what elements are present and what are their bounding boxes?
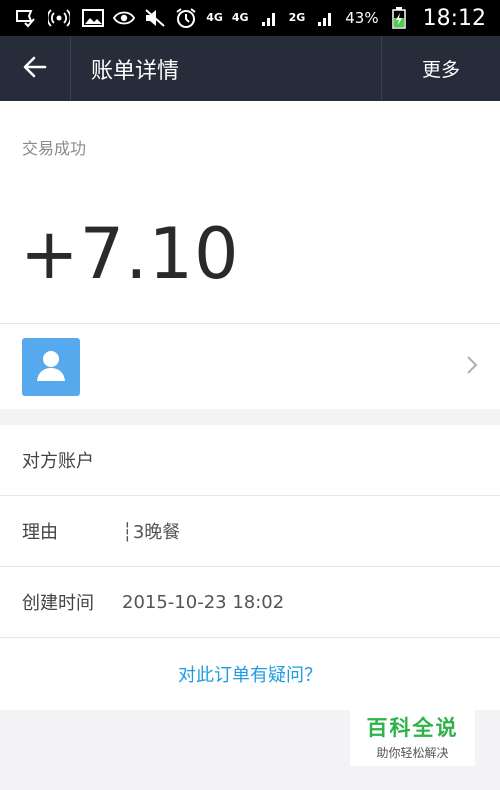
transaction-details: 对方账户 理由 ┆3晚餐 创建时间 2015-10-23 18:02 对此订单有… (0, 425, 500, 710)
status-bar-right: 4G 4G 2G 43% 18:12 (113, 6, 500, 31)
signal-icon (258, 7, 280, 29)
mute-icon (144, 7, 166, 29)
detail-label: 创建时间 (22, 593, 94, 614)
notification-icon (14, 7, 36, 29)
eye-icon (113, 7, 136, 29)
back-button[interactable] (0, 36, 70, 101)
network-4g-label-2: 4G (231, 11, 249, 24)
wifi-icon (48, 7, 70, 29)
status-bar: 4G 4G 2G 43% 18:12 (0, 0, 500, 36)
order-question-link[interactable]: 对此订单有疑问？ (0, 638, 500, 710)
watermark-subtitle: 助你轻松解决 (376, 745, 449, 760)
arrow-left-icon (23, 56, 47, 82)
detail-label: 对方账户 (22, 451, 94, 472)
transaction-status: 交易成功 (22, 139, 87, 158)
alarm-icon (175, 7, 197, 29)
chevron-right-icon (466, 355, 478, 379)
avatar (22, 337, 80, 396)
transaction-summary: 交易成功 +7.10 (0, 101, 500, 323)
status-bar-left (0, 7, 104, 29)
signal-icon-2 (314, 7, 336, 29)
battery-percent: 43% (345, 9, 379, 27)
nav-bar: 账单详情 更多 (0, 36, 500, 101)
network-2g-label: 2G (288, 11, 306, 24)
watermark-title: 百科全说 (366, 715, 459, 740)
detail-row-account: 对方账户 (0, 425, 500, 496)
detail-value: 2015-10-23 18:02 (122, 591, 285, 613)
watermark-logo: 百科全说 助你轻松解决 (350, 706, 475, 766)
image-icon (82, 7, 104, 29)
battery-icon (388, 7, 410, 29)
counterparty-row[interactable] (0, 323, 500, 409)
detail-value: ┆3晚餐 (122, 522, 181, 543)
detail-row-reason: 理由 ┆3晚餐 (0, 496, 500, 567)
detail-row-created-time: 创建时间 2015-10-23 18:02 (0, 567, 500, 638)
person-icon (31, 345, 71, 389)
network-4g-label: 4G (206, 11, 223, 24)
transaction-amount: +7.10 (20, 213, 240, 295)
detail-label: 理由 (22, 522, 58, 543)
more-button[interactable]: 更多 (382, 36, 500, 101)
clock: 18:12 (422, 5, 486, 31)
page-title: 账单详情 (91, 58, 180, 84)
